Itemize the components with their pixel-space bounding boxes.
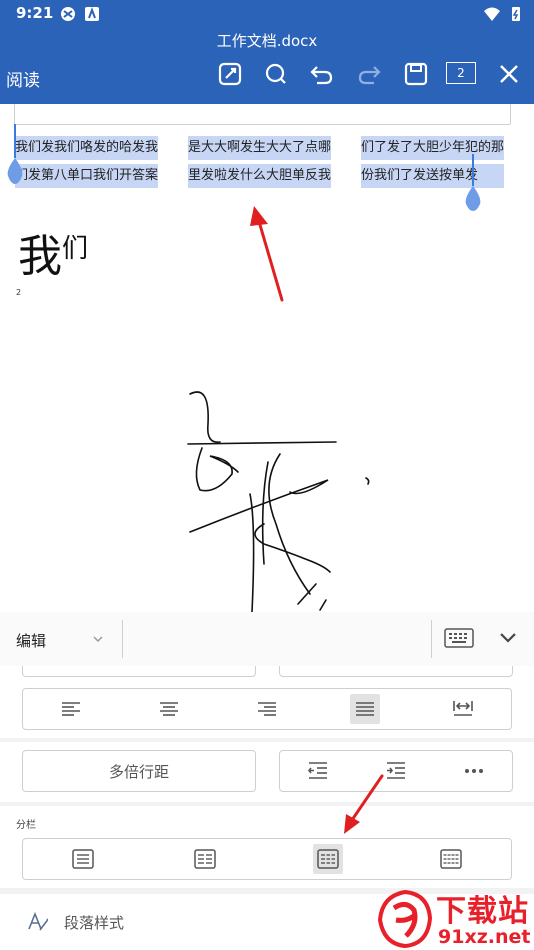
paragraph-style-icon — [28, 911, 49, 931]
align-center-icon[interactable] — [157, 697, 181, 721]
previous-row-box — [22, 666, 256, 677]
status-time: 9:21 — [16, 4, 54, 22]
annotation-arrow — [344, 774, 384, 834]
keyboard-icon[interactable] — [444, 628, 474, 648]
chevron-down-icon[interactable] — [92, 634, 104, 644]
one-column-icon[interactable] — [71, 847, 95, 871]
indent-group — [279, 750, 513, 792]
more-options-icon[interactable] — [462, 759, 486, 783]
document-canvas[interactable]: 我们发我们咯发的哈发我 们发第八单口我们开答案 是大大啊发生大大了点哪 里发啦发… — [0, 104, 534, 612]
app-icon — [85, 7, 99, 21]
small-number-text: 2 — [16, 288, 22, 297]
large-text: 我们 — [18, 231, 89, 282]
columns-group — [22, 838, 512, 880]
text-column-1[interactable]: 我们发我们咯发的哈发我 们发第八单口我们开答案 — [15, 132, 159, 188]
columns-section: 分栏 — [0, 806, 534, 888]
paragraph-style-label: 段落样式 — [64, 914, 125, 932]
site-watermark-logo: 下载站 91xz.net — [376, 886, 534, 950]
text-column-2[interactable]: 是大大啊发生大大了点哪 里发啦发什么大胆单反我 — [188, 132, 332, 188]
close-icon[interactable] — [496, 61, 522, 87]
line-spacing-button[interactable]: 多倍行距 — [22, 750, 256, 792]
save-icon[interactable] — [403, 61, 429, 87]
search-icon[interactable] — [263, 61, 289, 87]
text-line: 是大大啊发生大大了点哪 — [188, 136, 332, 160]
edit-bar: 编辑 — [0, 612, 534, 667]
handwriting-drawing — [187, 391, 370, 612]
wifi-icon — [484, 7, 500, 21]
app-toolbar: 工作文档.docx 阅读 2 — [0, 28, 534, 104]
watermark-emblem-icon — [377, 890, 433, 948]
watermark-url: 91xz.net — [438, 926, 531, 948]
selection-end-handle[interactable] — [462, 154, 484, 212]
margin-mark-left — [14, 104, 15, 124]
collapse-panel-icon[interactable] — [498, 630, 518, 646]
network-icon — [61, 7, 75, 21]
alignment-row — [0, 680, 534, 738]
alignment-group — [22, 688, 512, 730]
read-mode-button[interactable]: 阅读 — [6, 66, 40, 91]
divider — [431, 620, 432, 658]
line-spacing-label: 多倍行距 — [108, 763, 169, 781]
redo-icon[interactable] — [356, 61, 382, 87]
header-divider — [14, 124, 510, 125]
document-title: 工作文档.docx — [216, 32, 318, 50]
edit-mode-icon[interactable] — [217, 61, 243, 87]
edit-menu-label[interactable]: 编辑 — [16, 630, 46, 651]
divider — [122, 620, 123, 658]
decrease-indent-icon[interactable] — [306, 759, 330, 783]
previous-row-box — [279, 666, 513, 677]
spacing-row: 多倍行距 — [0, 742, 534, 802]
align-left-icon[interactable] — [59, 697, 83, 721]
align-justify-icon[interactable] — [353, 697, 377, 721]
selection-start-handle[interactable] — [4, 124, 26, 186]
distributed-align-icon[interactable] — [451, 697, 475, 721]
previous-row — [0, 666, 534, 680]
text-line: 我们发我们咯发的哈发我 — [15, 136, 159, 160]
text-line: 里发啦发什么大胆单反我 — [188, 164, 332, 188]
two-columns-icon[interactable] — [193, 847, 217, 871]
undo-icon[interactable] — [309, 61, 335, 87]
text-line: 们发第八单口我们开答案 — [15, 164, 159, 188]
battery-icon — [512, 7, 520, 21]
align-right-icon[interactable] — [255, 697, 279, 721]
four-columns-icon[interactable] — [439, 847, 463, 871]
status-bar: 9:21 — [0, 0, 534, 28]
annotation-arrow — [250, 206, 284, 302]
columns-section-label: 分栏 — [16, 820, 36, 831]
three-columns-icon[interactable] — [316, 847, 340, 871]
margin-mark-right — [510, 104, 511, 124]
watermark-title: 下载站 — [436, 894, 529, 929]
page-count-badge[interactable]: 2 — [446, 62, 476, 84]
